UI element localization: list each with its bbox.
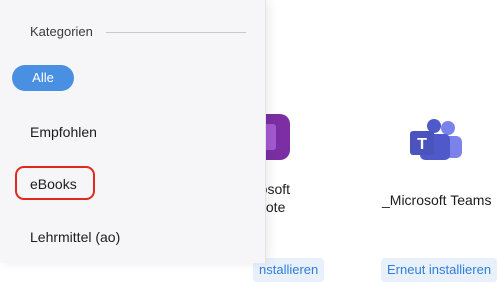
category-all-button[interactable]: Alle bbox=[12, 65, 74, 91]
category-recommended[interactable]: Empfohlen bbox=[30, 124, 97, 140]
teams-icon[interactable]: T bbox=[404, 118, 466, 162]
reinstall-button-teams[interactable]: Erneut installieren bbox=[381, 258, 498, 282]
title-divider bbox=[106, 32, 246, 33]
svg-text:T: T bbox=[417, 136, 427, 153]
app-name-teams: _Microsoft Teams bbox=[382, 192, 492, 208]
categories-panel: Kategorien Alle Empfohlen eBooks Lehrmit… bbox=[0, 0, 266, 263]
categories-title: Kategorien bbox=[30, 24, 93, 39]
category-ebooks[interactable]: eBooks bbox=[30, 176, 77, 192]
category-teaching-materials[interactable]: Lehrmittel (ao) bbox=[30, 229, 120, 245]
